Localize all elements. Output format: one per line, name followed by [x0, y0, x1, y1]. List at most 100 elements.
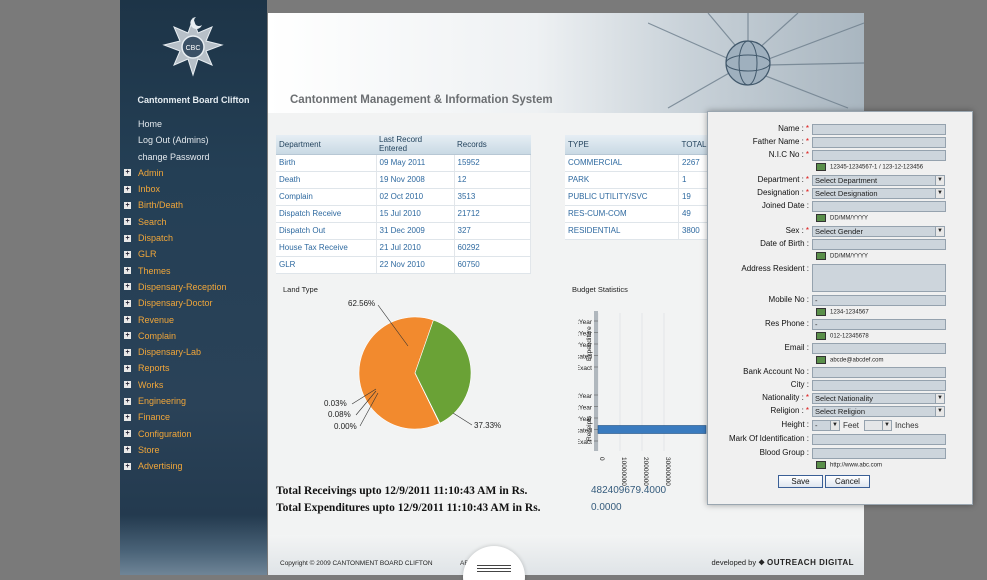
cell-department[interactable]: Birth	[276, 154, 377, 172]
table-row[interactable]: PARK 1	[565, 171, 711, 189]
nav-search[interactable]: + Search	[120, 214, 267, 230]
email-field[interactable]	[812, 343, 946, 354]
save-button[interactable]: Save	[778, 475, 823, 488]
outreach-logo-icon: ❖	[758, 558, 765, 567]
mobile-field[interactable]: -	[812, 295, 946, 306]
religion-select[interactable]: Select Religion ▼	[812, 406, 945, 417]
table-row[interactable]: Birth 09 May 2011 15952	[276, 154, 531, 172]
expand-icon: +	[124, 299, 131, 307]
dob-field[interactable]	[812, 239, 946, 250]
blood-group-field[interactable]	[812, 448, 946, 459]
nav-advertising[interactable]: + Advertising	[120, 458, 267, 474]
height-feet-select[interactable]: - ▼	[812, 420, 840, 431]
identification-mark-field[interactable]	[812, 434, 946, 445]
table-header-row: TYPE TOTAL	[565, 135, 710, 155]
cell-date: 19 Nov 2008	[376, 171, 455, 189]
name-field[interactable]	[812, 124, 946, 135]
cell-department[interactable]: Death	[276, 171, 377, 189]
table-row[interactable]: House Tax Receive 21 Jul 2010 60292	[276, 239, 531, 257]
svg-text:CBC: CBC	[186, 45, 201, 52]
nav-label: Complain	[138, 330, 177, 341]
cell-records: 327	[454, 222, 531, 240]
x-tick-label: 20000000	[642, 457, 649, 486]
nav-dispensary-reception[interactable]: + Dispensary-Reception	[120, 279, 267, 295]
father-name-field[interactable]	[812, 137, 946, 148]
nav-themes[interactable]: + Themes	[120, 263, 267, 279]
nationality-select[interactable]: Select Nationality ▼	[812, 393, 945, 404]
nav-admin[interactable]: + Admin	[120, 165, 267, 181]
sex-select[interactable]: Select Gender ▼	[812, 226, 945, 237]
nav-finance[interactable]: + Finance	[120, 409, 267, 425]
cell-department[interactable]: House Tax Receive	[276, 239, 377, 257]
cancel-button[interactable]: Cancel	[825, 475, 870, 488]
cell-type[interactable]: PARK	[565, 171, 679, 189]
height-inches-select[interactable]: ▼	[864, 420, 892, 431]
nav-dispensary-lab[interactable]: + Dispensary-Lab	[120, 344, 267, 360]
nav-complain[interactable]: + Complain	[120, 328, 267, 344]
expand-icon: +	[124, 267, 131, 275]
totals-labels: Total Receivings upto 12/9/2011 11:10:43…	[276, 485, 541, 519]
table-row[interactable]: Dispatch Out 31 Dec 2009 327	[276, 222, 531, 240]
nav-works[interactable]: + Works	[120, 377, 267, 393]
table-row[interactable]: Complain 02 Oct 2010 3513	[276, 188, 531, 206]
cell-type[interactable]: RESIDENTIAL	[565, 222, 679, 240]
nav-logout[interactable]: Log Out (Admins)	[120, 132, 267, 148]
cell-department[interactable]: Dispatch Receive	[276, 205, 377, 223]
city-label: City :	[790, 380, 809, 389]
nav-inbox[interactable]: + Inbox	[120, 181, 267, 197]
table-row[interactable]: Dispatch Receive 15 Jul 2010 21712	[276, 205, 531, 223]
nav-dispatch[interactable]: + Dispatch	[120, 230, 267, 246]
cell-type[interactable]: PUBLIC UTILITY/SVC	[565, 188, 679, 206]
city-field[interactable]	[812, 380, 946, 391]
joined-date-field[interactable]	[812, 201, 946, 212]
cell-date: 15 Jul 2010	[376, 205, 455, 223]
table-row[interactable]: RESIDENTIAL 3800	[565, 222, 711, 240]
expand-icon: +	[124, 348, 131, 356]
table-row[interactable]: GLR 22 Nov 2010 60750	[276, 256, 531, 274]
table-row[interactable]: COMMERCIAL 2267	[565, 154, 711, 172]
nav-engineering[interactable]: + Engineering	[120, 393, 267, 409]
cell-total: 3800	[678, 222, 711, 240]
expand-icon: +	[124, 413, 131, 421]
nationality-label: Nationality : *	[762, 393, 809, 402]
address-textarea[interactable]	[812, 264, 946, 292]
joined-date-hint: DD/MM/YYYY	[816, 214, 868, 222]
nav-reports[interactable]: + Reports	[120, 360, 267, 376]
nav-change-password[interactable]: change Password	[120, 149, 267, 165]
table-row[interactable]: RES-CUM-COM 49	[565, 205, 711, 223]
cell-type[interactable]: COMMERCIAL	[565, 154, 679, 172]
bank-account-field[interactable]	[812, 367, 946, 378]
nic-field[interactable]	[812, 150, 946, 161]
category-label: Allocated	[578, 428, 592, 435]
table-row[interactable]: Death 19 Nov 2008 12	[276, 171, 531, 189]
cell-department[interactable]: Complain	[276, 188, 377, 206]
dob-label: Date of Birth :	[760, 239, 809, 248]
nav-glr[interactable]: + GLR	[120, 246, 267, 262]
nav-label: Reports	[138, 363, 170, 374]
nav-configuration[interactable]: + Configuration	[120, 426, 267, 442]
budget-bar	[597, 425, 707, 434]
res-phone-field[interactable]: -	[812, 319, 946, 330]
sidebar-menu: Home Log Out (Admins) change Password + A…	[120, 116, 267, 475]
designation-select[interactable]: Select Designation ▼	[812, 188, 945, 199]
chevron-down-icon: ▼	[935, 189, 944, 198]
department-select[interactable]: Select Department ▼	[812, 175, 945, 186]
inches-label: Inches	[895, 421, 919, 430]
cell-department[interactable]: GLR	[276, 256, 377, 274]
nav-label: Admin	[138, 167, 164, 178]
nav-birth-death[interactable]: + Birth/Death	[120, 197, 267, 213]
expand-icon: +	[124, 381, 131, 389]
table-row[interactable]: PUBLIC UTILITY/SVC 19	[565, 188, 711, 206]
cell-date: 21 Jul 2010	[376, 239, 455, 257]
cell-type[interactable]: RES-CUM-COM	[565, 205, 679, 223]
cell-total: 19	[678, 188, 711, 206]
cell-department[interactable]: Dispatch Out	[276, 222, 377, 240]
nav-home[interactable]: Home	[120, 116, 267, 132]
nav-store[interactable]: + Store	[120, 442, 267, 458]
chevron-down-icon: ▼	[882, 421, 891, 430]
nav-revenue[interactable]: + Revenue	[120, 312, 267, 328]
nav-label: Themes	[138, 265, 171, 276]
category-label: LastYear	[578, 331, 593, 338]
expand-icon: +	[124, 201, 131, 209]
nav-dispensary-doctor[interactable]: + Dispensary-Doctor	[120, 295, 267, 311]
